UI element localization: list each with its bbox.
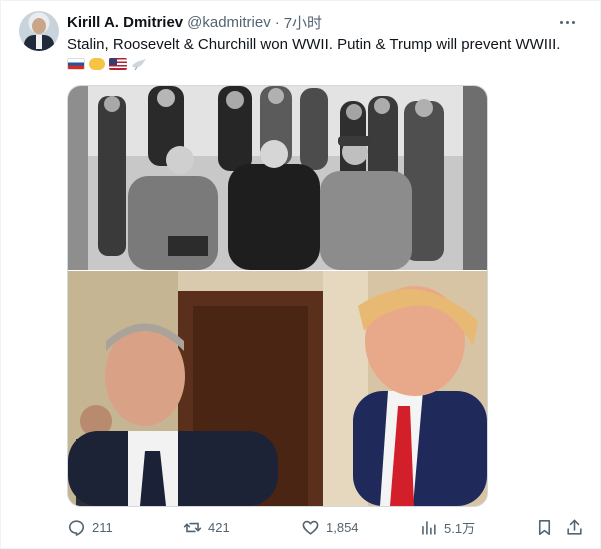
- repost-count: 421: [208, 519, 230, 535]
- media-photo-top[interactable]: [68, 86, 487, 270]
- more-dot-icon: [559, 20, 563, 24]
- more-dot-icon: [565, 20, 569, 24]
- like-button[interactable]: 1,854: [301, 515, 359, 539]
- avatar-shirt: [36, 35, 42, 49]
- yalta-photo-illustration: [68, 86, 487, 270]
- author-avatar[interactable]: [19, 11, 59, 51]
- repost-icon: [183, 522, 202, 532]
- heart-icon: [302, 520, 319, 535]
- separator-dot: ·: [274, 13, 280, 31]
- tweet-text: Stalin, Roosevelt & Churchill won WWII. …: [67, 36, 561, 53]
- usa-flag-icon: [109, 58, 127, 70]
- putin-trump-photo-illustration: [68, 271, 487, 506]
- repost-button[interactable]: 421: [183, 515, 230, 539]
- tweet-emojis: [67, 55, 147, 73]
- avatar-head: [32, 18, 46, 34]
- share-icon: [567, 519, 582, 535]
- tweet-timestamp[interactable]: 7小时: [284, 12, 322, 33]
- tweet-media[interactable]: [67, 85, 488, 507]
- tweet-actions: 211 421 1,854 5.1万: [67, 515, 589, 539]
- tweet[interactable]: Kirill A. Dmitriev @kadmitriev · 7小时 Sta…: [0, 0, 601, 549]
- author-name[interactable]: Kirill A. Dmitriev: [67, 14, 183, 31]
- media-photo-bottom[interactable]: [68, 271, 487, 506]
- dove-icon: [132, 59, 146, 70]
- handshake-icon: [89, 58, 105, 70]
- views-count: 5.1万: [444, 520, 476, 536]
- author-handle[interactable]: @kadmitriev: [187, 14, 271, 31]
- bookmark-icon: [538, 519, 551, 535]
- reply-button[interactable]: 211: [67, 515, 113, 539]
- reply-icon: [68, 519, 85, 536]
- views-button[interactable]: 5.1万: [419, 515, 475, 539]
- share-button[interactable]: [565, 515, 584, 539]
- bookmark-button[interactable]: [535, 515, 554, 539]
- more-dot-icon: [571, 20, 575, 24]
- views-icon: [422, 520, 436, 535]
- reply-count: 211: [92, 519, 113, 535]
- russia-flag-icon: [67, 58, 85, 70]
- more-options-button[interactable]: [554, 11, 580, 33]
- tweet-header: Kirill A. Dmitriev @kadmitriev · 7小时: [67, 12, 322, 32]
- like-count: 1,854: [326, 519, 359, 535]
